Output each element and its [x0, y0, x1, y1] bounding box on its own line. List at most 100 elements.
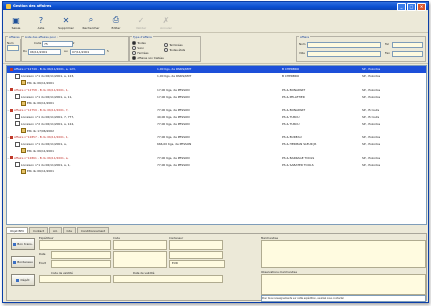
bordereau-button[interactable]: Bordereau [11, 256, 35, 268]
maximize-button[interactable]: □ [407, 3, 416, 11]
ville-field[interactable] [307, 51, 381, 57]
toolbar-button-saisie[interactable]: ▣ Saisie [6, 15, 26, 32]
check-icon: ✓ [137, 15, 145, 25]
tel-field[interactable] [392, 42, 423, 48]
etb-row[interactable]: Etb du 06/11/2001 [7, 100, 426, 107]
toolbar-button-annuler[interactable]: ✗ Annuler [156, 15, 176, 32]
livraison-row[interactable]: Livraison n°1 du 06/11/2001, a, 666,00 Kg… [7, 141, 426, 148]
affaires-tree-list[interactable]: − Affaire n°12749 - B du 06/11/2001, a, 1… [6, 65, 427, 225]
row-cell-c2: 1,00 Kgs, de PARIS/KMT [157, 74, 192, 79]
radio-dot [164, 43, 169, 48]
non-traitees-checkbox[interactable]: Affaires non traitées [132, 56, 164, 61]
affaire-icon [10, 135, 13, 139]
help-icon: ? [38, 15, 44, 25]
row-cell-c3: PS & TURCU [282, 114, 300, 119]
expediteur-field[interactable] [39, 240, 111, 250]
date-label: Date [39, 252, 46, 256]
type-radio-terminees[interactable]: Terminées [164, 43, 183, 48]
etb-row[interactable]: Etb du 06/11/2001 [7, 148, 426, 155]
quantity-field[interactable] [113, 251, 167, 268]
montant-field[interactable] [169, 251, 223, 259]
row-description: Livraison n°1 du 06/11/2001, 7, 777, [21, 114, 75, 119]
row-description: Affaire n°12758 - B du 06/11/2001, 1, [14, 87, 69, 92]
livraison-row[interactable]: Livraison n°1 du 06/11/2001, a, 1, 77,00 … [7, 161, 426, 168]
status-message: Pour tous renseignements sur cette expéd… [261, 295, 426, 302]
devise-field[interactable]: EUR [169, 260, 225, 268]
row-cell-c4: SP , Pozodos [362, 74, 381, 79]
etb-row[interactable]: Etb du 06/11/2001 [7, 168, 426, 175]
refresh-icon[interactable]: ↻ [107, 49, 109, 53]
row-cell-c4: SP , Pozodos [362, 142, 381, 147]
affaire-row[interactable]: − Affaire n°12749 - B du 06/11/2001, a, 1… [7, 66, 426, 73]
fax-field[interactable] [392, 51, 423, 57]
toolbar-button-label: Supprimer [58, 26, 74, 30]
code-detail-field[interactable] [113, 240, 167, 250]
checkbox-icon[interactable] [15, 94, 20, 100]
affaires-number-field[interactable] [7, 45, 19, 51]
code-validite-field[interactable] [39, 275, 111, 283]
affaires-group-label: Affaires [8, 35, 21, 39]
type-radio-toutes[interactable]: Toutes [132, 41, 146, 46]
checkbox-icon[interactable] [15, 73, 20, 79]
affaire-row[interactable]: − Affaire n°12861 - B du 06/11/2001, a, 77… [7, 154, 426, 161]
toolbar-button-label: Aide [37, 26, 45, 30]
toolbar-button-rechercher[interactable]: ⌕ Rechercher [81, 15, 101, 32]
checkbox-box [132, 56, 137, 61]
toolbar-button-editer[interactable]: ⎙ Editer [106, 15, 126, 32]
toolbar-button-label: Editer [111, 26, 121, 30]
livraison-row[interactable]: Livraison n°2 du 06/11/2001, a, 124, 77,0… [7, 120, 426, 127]
date-field[interactable] [51, 251, 111, 259]
affaire-row[interactable]: − Affaire n°12759 - B du 06/11/2001, 7, 77… [7, 107, 426, 114]
livraison-row[interactable]: Livraison n°1 du 06/11/2001, a, 123, 1,00… [7, 73, 426, 80]
type-option-label: Toutes [137, 41, 146, 45]
checkbox-icon[interactable] [15, 141, 20, 147]
affaire-row[interactable]: − Affaire n°12857 - B du 06/11/2001, 1, 77… [7, 134, 426, 141]
document-icon [21, 80, 26, 86]
checkbox-icon[interactable] [15, 114, 20, 120]
radio-dot [132, 41, 137, 46]
row-description: Affaire n°12749 - B du 06/11/2001, a, 12… [14, 67, 76, 72]
type-radio-toutes-etats[interactable]: Toutes états [164, 48, 185, 53]
conteneur-field[interactable] [169, 240, 223, 250]
ecart-field[interactable] [51, 260, 111, 268]
code-value: 75 [44, 42, 48, 46]
button-label: Dépôt [20, 278, 30, 282]
code-dropdown-icon[interactable]: ▾ [73, 41, 74, 45]
observation-field[interactable] [261, 274, 426, 295]
livraison-row[interactable]: Livraison n°1 du 06/11/2001, 7, 777, 40,0… [7, 114, 426, 121]
close-button[interactable]: × [417, 3, 426, 11]
minimize-button[interactable]: _ [397, 3, 406, 11]
type-option-label: Suivi [137, 46, 144, 50]
row-cell-c3: PS & HERMAN SLEUR JR [282, 142, 317, 147]
radio-dot [164, 48, 169, 53]
document-icon [21, 128, 26, 134]
row-cell-c2: 666,00 Kgs, de PESSON [157, 142, 192, 147]
row-description: Etb du 17/06/2002 [27, 128, 54, 133]
checkbox-icon[interactable] [15, 121, 20, 127]
etb-row[interactable]: Etb du 17/06/2002 [7, 127, 426, 134]
type-radio-suivi[interactable]: Suivi [132, 46, 144, 51]
nom-field[interactable] [307, 42, 381, 48]
document-icon [13, 242, 17, 246]
title-bar[interactable]: Gestion des affaires _ □ × [3, 2, 428, 11]
row-description: Livraison n°2 du 06/11/2001, a, 124, [21, 121, 75, 126]
du-date-field[interactable]: 06/11/2001 [28, 49, 61, 55]
au-date-field[interactable]: 07/11/2001 [70, 49, 105, 55]
depot-button[interactable]: Dépôt [11, 274, 35, 286]
toolbar-button-supprimer[interactable]: ✕ Supprimer [56, 15, 76, 32]
bon-transport-button[interactable]: Bon trans. [11, 238, 35, 250]
row-cell-c2: 77,00 Kgs, de PESSON [157, 121, 190, 126]
etb-row[interactable]: Etb du 06/11/2001 [7, 80, 426, 87]
marchandise-field[interactable] [261, 240, 426, 268]
livraison-row[interactable]: Livraison n°1 du 06/11/2001, a, 11, 17,00… [7, 93, 426, 100]
toolbar-button-aide[interactable]: ? Aide [31, 15, 51, 32]
type-radio-fermees[interactable]: Fermées [132, 51, 148, 56]
affaire-row[interactable]: − Affaire n°12758 - B du 06/11/2001, 1, 17… [7, 86, 426, 93]
code-field[interactable]: 75 [42, 41, 73, 47]
code-label: Code [34, 41, 42, 45]
checkbox-icon[interactable] [15, 162, 20, 168]
affaire-icon [10, 88, 13, 92]
date-validite-field[interactable] [113, 275, 223, 283]
row-cell-c2: 77,00 Kgs, de PESSON [157, 155, 190, 160]
toolbar-button-valider[interactable]: ✓ Valider [131, 15, 151, 32]
